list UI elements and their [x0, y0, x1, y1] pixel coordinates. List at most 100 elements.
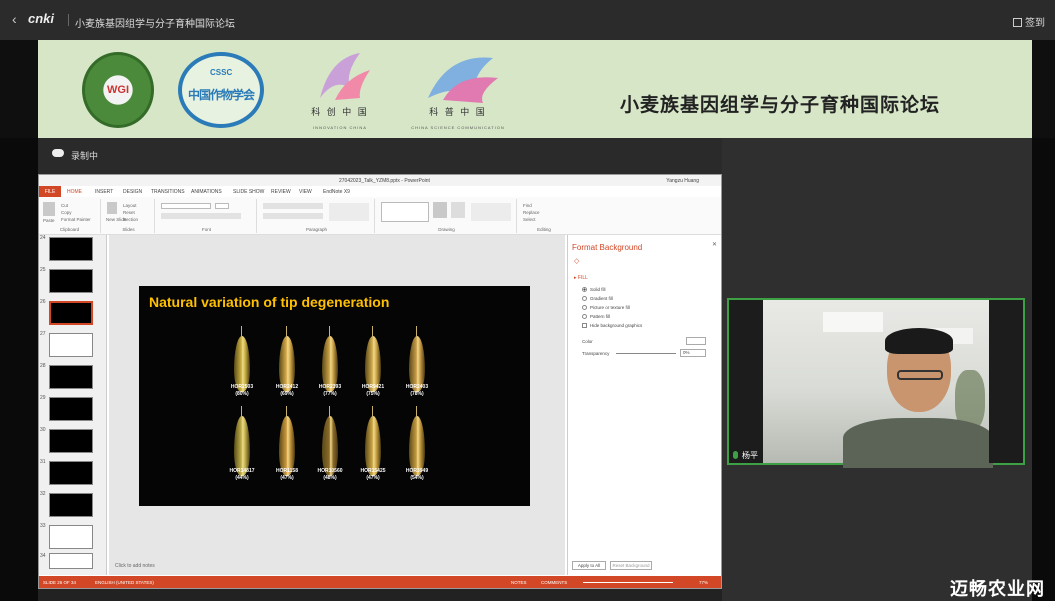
language-indicator[interactable]: ENGLISH (UNITED STATES): [95, 580, 154, 585]
slide-thumbnail[interactable]: [49, 397, 93, 421]
paste-label[interactable]: Paste: [43, 218, 55, 223]
china-science-logo: 科 普 中 国 CHINA SCIENCE COMMUNICATION: [398, 48, 518, 132]
font-size-select[interactable]: [215, 203, 229, 209]
divider: [68, 14, 69, 26]
reset-background-button[interactable]: Reset Background: [610, 561, 652, 570]
solid-fill-option[interactable]: Solid fill: [582, 287, 606, 292]
tab-view[interactable]: VIEW: [299, 189, 312, 195]
notes-placeholder[interactable]: Click to add notes: [115, 563, 155, 569]
color-picker[interactable]: [686, 337, 706, 345]
pattern-fill-option[interactable]: Pattern fill: [582, 314, 610, 319]
copy-button[interactable]: Copy: [61, 210, 72, 215]
microphone-icon: [733, 451, 738, 459]
current-slide[interactable]: Natural variation of tip degeneration HO…: [139, 286, 530, 506]
transparency-slider[interactable]: [616, 353, 676, 354]
replace-button[interactable]: Replace: [523, 210, 540, 215]
zoom-slider[interactable]: [583, 582, 673, 583]
fill-section-label[interactable]: ▸ FILL: [574, 275, 588, 281]
close-icon[interactable]: ✕: [712, 241, 717, 248]
zoom-level[interactable]: 77%: [699, 580, 708, 585]
slide-thumbnail[interactable]: [49, 553, 93, 569]
accession-percent: (47%): [366, 475, 380, 481]
recording-bar: 录制中: [38, 138, 722, 174]
shape-fill-buttons[interactable]: [471, 203, 511, 221]
accession-label: HOR2403 (78%): [392, 384, 442, 398]
slide-thumbnail[interactable]: [49, 525, 93, 549]
list-buttons[interactable]: [263, 203, 323, 209]
accession-percent: (54%): [410, 475, 424, 481]
font-format-buttons[interactable]: [161, 213, 241, 219]
slide-thumbnail[interactable]: [49, 365, 93, 389]
tab-transitions[interactable]: TRANSITIONS: [151, 189, 185, 195]
wgi-logo: WGI: [82, 52, 154, 128]
quick-styles-icon[interactable]: [451, 202, 465, 218]
back-icon[interactable]: ‹: [12, 11, 17, 27]
arrange-icon[interactable]: [433, 202, 447, 218]
gradient-fill-option[interactable]: Gradient fill: [582, 296, 613, 301]
select-button[interactable]: Select: [523, 217, 536, 222]
tab-review[interactable]: REVIEW: [271, 189, 291, 195]
hide-background-checkbox[interactable]: Hide background graphics: [582, 323, 642, 328]
speaker-glasses: [897, 370, 943, 380]
slide-thumbnail[interactable]: [49, 461, 93, 485]
tab-insert[interactable]: INSERT: [95, 189, 113, 195]
checkin-button[interactable]: 签到: [1013, 14, 1045, 29]
notes-button[interactable]: NOTES: [511, 580, 527, 585]
picture-fill-option[interactable]: Picture or texture fill: [582, 305, 630, 310]
accession-name: HOR2403: [405, 384, 429, 390]
ribbon-group-label: Drawing: [438, 227, 455, 232]
conference-banner: WGI CSSC 中国作物学会 科 创 中 国 INNOVATION CHINA…: [38, 40, 1032, 138]
format-painter-button[interactable]: Format Painter: [61, 217, 91, 222]
section-button[interactable]: Section: [123, 217, 138, 222]
powerpoint-window: 27042023_Talk_YZM8.pptx - PowerPoint Yan…: [38, 174, 722, 589]
ppt-user: Yangzu Huang: [666, 178, 699, 184]
watermark: 迈畅农业网: [950, 579, 1045, 599]
slide-thumbnail[interactable]: [49, 493, 93, 517]
ribbon-group-slides: New Slide Layout Reset Section Slides: [103, 199, 155, 233]
new-slide-icon[interactable]: [107, 202, 117, 214]
accession-name: HOR2503: [230, 384, 254, 390]
fill-icon[interactable]: ◇: [574, 257, 579, 265]
tab-endnote[interactable]: EndNote X9: [323, 189, 350, 195]
reset-button[interactable]: Reset: [123, 210, 135, 215]
slide-thumbnail[interactable]: [49, 333, 93, 357]
comments-button[interactable]: COMMENTS: [541, 580, 567, 585]
innovation-china-text: 科 创 中 国: [311, 107, 369, 117]
shapes-gallery[interactable]: [381, 202, 429, 222]
thumb-number: 32: [40, 491, 46, 497]
tab-file[interactable]: FILE: [39, 186, 61, 197]
slide-thumbnail-selected[interactable]: [49, 301, 93, 325]
thumb-number: 30: [40, 427, 46, 433]
thumb-number: 34: [40, 553, 46, 559]
format-background-pane: Format Background ✕ ◇ ▸ FILL Solid fill …: [567, 235, 721, 575]
align-buttons[interactable]: [263, 213, 323, 219]
china-science-text: 科 普 中 国: [429, 107, 487, 117]
ribbon-group-label: Slides: [122, 227, 135, 232]
transparency-input[interactable]: 0%: [680, 349, 706, 357]
accession-name: HOR3949: [405, 468, 429, 474]
option-label: Solid fill: [590, 287, 606, 292]
china-science-sub: CHINA SCIENCE COMMUNICATION: [411, 125, 505, 130]
radio-icon: [582, 296, 587, 301]
ribbon-group-paragraph: Paragraph: [259, 199, 375, 233]
slide-thumbnail[interactable]: [49, 429, 93, 453]
tab-home[interactable]: HOME: [67, 189, 82, 195]
slide-thumbnail[interactable]: [49, 237, 93, 261]
ribbon-group-label: Editing: [537, 227, 551, 232]
radio-icon: [582, 314, 587, 319]
tab-slide-show[interactable]: SLIDE SHOW: [233, 189, 264, 195]
paste-icon[interactable]: [43, 202, 55, 216]
tab-animations[interactable]: ANIMATIONS: [191, 189, 222, 195]
slide-thumbnail[interactable]: [49, 269, 93, 293]
thumb-number: 31: [40, 459, 46, 465]
text-direction-buttons[interactable]: [329, 203, 369, 221]
find-button[interactable]: Find: [523, 203, 532, 208]
cut-button[interactable]: Cut: [61, 203, 68, 208]
tab-design[interactable]: DESIGN: [123, 189, 142, 195]
speaker-video[interactable]: 杨平: [727, 298, 1025, 468]
apply-to-all-button[interactable]: Apply to All: [572, 561, 606, 570]
checkin-label: 签到: [1025, 18, 1045, 29]
accession-percent: (78%): [410, 391, 424, 397]
font-name-select[interactable]: [161, 203, 211, 209]
layout-button[interactable]: Layout: [123, 203, 137, 208]
